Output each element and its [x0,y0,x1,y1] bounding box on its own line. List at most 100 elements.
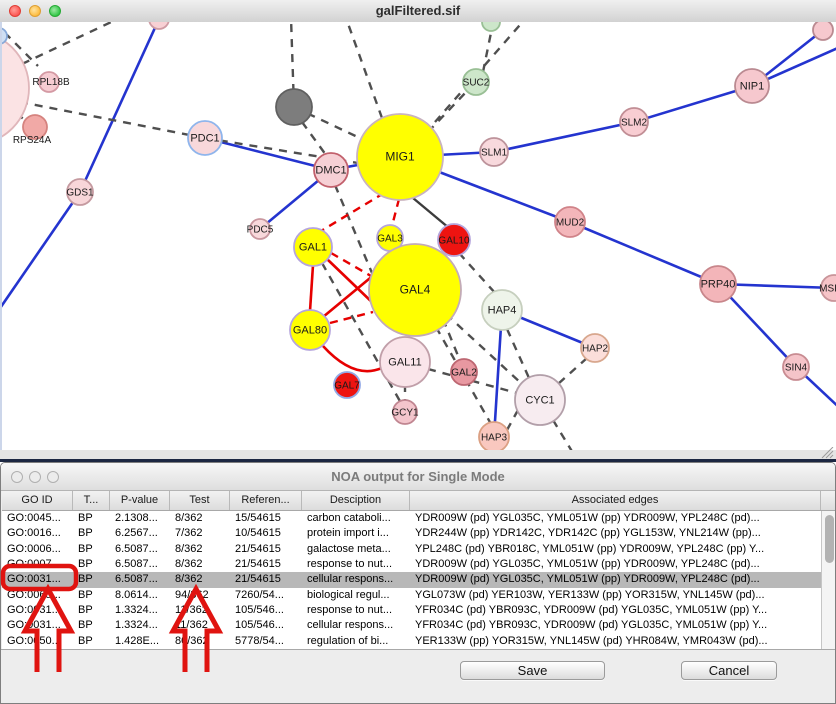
scrollbar-thumb[interactable] [825,515,834,563]
column-header-pvalue[interactable]: P-value [110,491,170,510]
cell-pvalue[interactable]: 2.1308... [110,511,170,526]
cell-type[interactable]: BP [73,618,110,633]
table-row[interactable]: GO:0031...BP6.5087...8/36221/54615cellul… [2,572,821,587]
cell-description[interactable]: biological regul... [302,588,410,603]
cell-goid[interactable]: GO:0006... [2,542,73,557]
cell-edges[interactable]: YGL073W (pd) YER103W, YER133W (pp) YOR31… [410,588,821,603]
cell-goid[interactable]: GO:0045... [2,511,73,526]
cell-reference[interactable]: 5778/54... [230,634,302,649]
cell-pvalue[interactable]: 6.2567... [110,526,170,541]
cell-reference[interactable]: 10/54615 [230,526,302,541]
cell-description[interactable]: regulation of bi... [302,634,410,649]
cell-edges[interactable]: YDR009W (pd) YGL035C, YML051W (pp) YDR00… [410,557,821,572]
cell-test[interactable]: 8/362 [170,542,230,557]
cell-reference[interactable]: 21/54615 [230,542,302,557]
table-row[interactable]: GO:0031...BP1.3324...11/362105/546...cel… [2,618,821,633]
cell-reference[interactable]: 21/54615 [230,557,302,572]
column-header-edges[interactable]: Associated edges [410,491,821,510]
table-row[interactable]: GO:0007...BP6.5087...8/36221/54615respon… [2,557,821,572]
cell-test[interactable]: 94/362 [170,588,230,603]
column-header-reference[interactable]: Referen... [230,491,302,510]
cell-pvalue[interactable]: 1.428E... [110,634,170,649]
node-unlabeled[interactable] [813,22,833,40]
cell-description[interactable]: cellular respons... [302,618,410,633]
cell-pvalue[interactable]: 8.0614... [110,588,170,603]
cell-pvalue[interactable]: 6.5087... [110,557,170,572]
cell-goid[interactable]: GO:0050... [2,634,73,649]
network-edge-gray [507,329,529,378]
node-label: GAL3 [377,234,403,245]
cell-edges[interactable]: YFR034C (pd) YBR093C, YDR009W (pd) YGL03… [410,618,821,633]
main-titlebar[interactable]: galFiltered.sif [0,0,836,23]
cell-description[interactable]: cellular respons... [302,572,410,587]
cancel-button[interactable]: Cancel [681,661,777,680]
table-row[interactable]: GO:0031...BP1.3324...11/362105/546...res… [2,603,821,618]
node-unlabeled[interactable] [482,22,500,31]
cell-test[interactable]: 8/362 [170,572,230,587]
cell-description[interactable]: response to nut... [302,557,410,572]
column-header-description[interactable]: Desciption [302,491,410,510]
table-row[interactable]: GO:0016...BP6.2567...7/36210/54615protei… [2,526,821,541]
node-label: SLM1 [481,148,508,159]
cell-test[interactable]: 80/362 [170,634,230,649]
network-svg[interactable]: RPL18BRPS24AGDS1PDC1PDC5DMC1MIG1SUC2SLM1… [2,22,836,450]
table-scrollbar[interactable] [821,511,836,649]
cell-pvalue[interactable]: 6.5087... [110,542,170,557]
cell-reference[interactable]: 105/546... [230,618,302,633]
cell-edges[interactable]: YDR009W (pd) YGL035C, YML051W (pp) YDR00… [410,572,821,587]
cell-description[interactable]: galactose meta... [302,542,410,557]
column-header-type[interactable]: T... [73,491,110,510]
cell-edges[interactable]: YPL248C (pd) YBR018C, YML051W (pp) YDR00… [410,542,821,557]
node-unlabeled[interactable] [149,22,169,29]
node-label: HAP2 [582,344,609,355]
cell-type[interactable]: BP [73,542,110,557]
node-unlabeled[interactable] [276,89,312,125]
cell-test[interactable]: 7/362 [170,526,230,541]
save-button[interactable]: Save [460,661,605,680]
cell-test[interactable]: 8/362 [170,557,230,572]
cell-type[interactable]: BP [73,572,110,587]
resize-grip-icon[interactable] [818,447,834,459]
table-row[interactable]: GO:0045...BP2.1308...8/36215/54615carbon… [2,511,821,526]
network-edge-redd [392,199,399,226]
cell-pvalue[interactable]: 1.3324... [110,618,170,633]
cell-edges[interactable]: YER133W (pp) YOR315W, YNL145W (pd) YHR08… [410,634,821,649]
cell-pvalue[interactable]: 1.3324... [110,603,170,618]
cell-goid[interactable]: GO:0007... [2,557,73,572]
column-header-test[interactable]: Test [170,491,230,510]
cell-reference[interactable]: 21/54615 [230,572,302,587]
cell-type[interactable]: BP [73,557,110,572]
cell-pvalue[interactable]: 6.5087... [110,572,170,587]
column-header-goid[interactable]: GO ID [2,491,73,510]
cell-goid[interactable]: GO:0031... [2,618,73,633]
cell-type[interactable]: BP [73,603,110,618]
table-row[interactable]: GO:0006...BP6.5087...8/36221/54615galact… [2,542,821,557]
table-row[interactable]: GO:0050...BP1.428E...80/3625778/54...reg… [2,634,821,649]
window-separator [0,450,836,459]
cell-test[interactable]: 11/362 [170,618,230,633]
cell-reference[interactable]: 105/546... [230,603,302,618]
cell-description[interactable]: carbon cataboli... [302,511,410,526]
table-row[interactable]: GO:0065...BP8.0614...94/3627260/54...bio… [2,588,821,603]
cell-description[interactable]: protein import i... [302,526,410,541]
cell-reference[interactable]: 7260/54... [230,588,302,603]
cell-goid[interactable]: GO:0016... [2,526,73,541]
node-label: GAL4 [400,283,431,297]
cell-edges[interactable]: YDR244W (pp) YDR142C, YDR142C (pp) YGL15… [410,526,821,541]
node-label: MSI [819,284,836,295]
cell-description[interactable]: response to nut... [302,603,410,618]
cell-reference[interactable]: 15/54615 [230,511,302,526]
cell-type[interactable]: BP [73,526,110,541]
cell-goid[interactable]: GO:0065... [2,588,73,603]
cell-test[interactable]: 8/362 [170,511,230,526]
network-view[interactable]: RPL18BRPS24AGDS1PDC1PDC5DMC1MIG1SUC2SLM1… [0,22,836,450]
cell-type[interactable]: BP [73,634,110,649]
cell-edges[interactable]: YDR009W (pd) YGL035C, YML051W (pp) YDR00… [410,511,821,526]
cell-edges[interactable]: YFR034C (pd) YBR093C, YDR009W (pd) YGL03… [410,603,821,618]
cell-type[interactable]: BP [73,511,110,526]
noa-titlebar[interactable]: NOA output for Single Mode [1,463,835,491]
cell-goid[interactable]: GO:0031... [2,572,73,587]
cell-type[interactable]: BP [73,588,110,603]
cell-goid[interactable]: GO:0031... [2,603,73,618]
cell-test[interactable]: 11/362 [170,603,230,618]
